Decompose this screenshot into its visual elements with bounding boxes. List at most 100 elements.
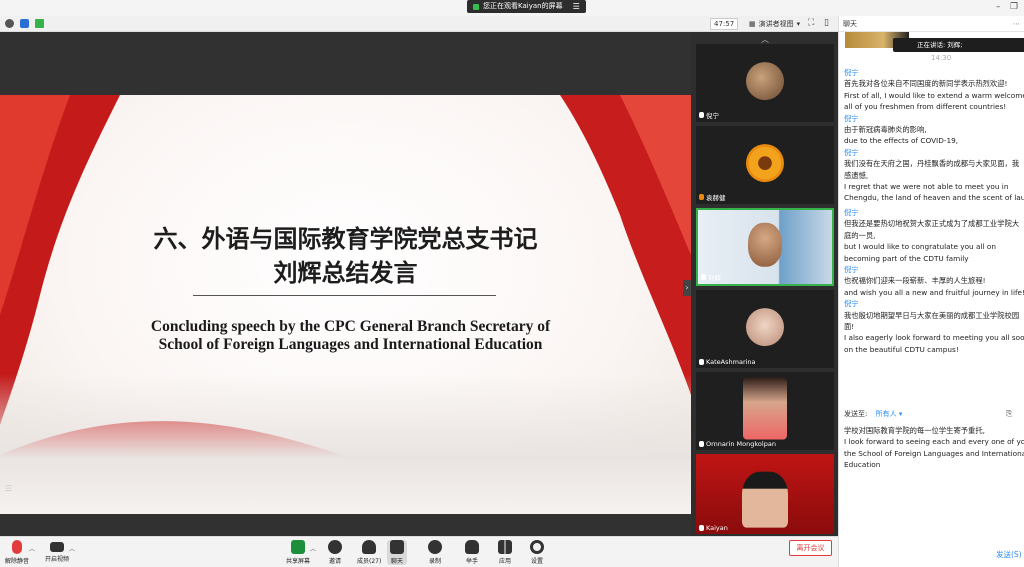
settings-button[interactable]: 设置: [530, 540, 544, 565]
participant-name: 刘辉: [708, 274, 721, 282]
mic-icon: [699, 112, 704, 118]
members-button[interactable]: 成员(27): [357, 540, 381, 565]
message-line: 感遗憾,: [844, 170, 869, 180]
message-line: 由于新冠病毒肺炎的影响,: [844, 125, 927, 135]
shared-screen-area: 六、外语与国际教育学院党总支书记 刘辉总结发言 Concluding speec…: [0, 32, 691, 536]
more-options-icon[interactable]: ⋯: [1013, 16, 1020, 32]
slide-english-line1: Concluding speech by the CPC General Bra…: [150, 318, 551, 335]
screen-share-indicator[interactable]: 您正在观看Kaiyan的屏幕 ☰: [467, 0, 586, 13]
share-status-icon: [473, 3, 479, 10]
meeting-timer: 47:57: [710, 18, 739, 30]
chevron-down-icon: ▾: [796, 20, 801, 28]
unmute-button[interactable]: 解除静音 ︿: [5, 540, 35, 565]
cloud-background: [0, 374, 691, 514]
message-line: 我也殷切地期望早日与大家在美丽的成都工业学院校园: [844, 310, 1020, 320]
send-to-selector[interactable]: 发送至: 所有人 ▾: [844, 409, 902, 419]
meeting-window: 您正在观看Kaiyan的屏幕 ☰ – ❐ 47:57 ▦ 演讲者视图 ▾ ⛶ ▯: [0, 0, 1024, 567]
participant-tile[interactable]: 倪宁: [696, 44, 834, 122]
restore-icon[interactable]: ❐: [1010, 2, 1018, 12]
video-feed: [743, 377, 787, 440]
participant-name: KateAshmarina: [706, 358, 756, 366]
chat-button[interactable]: 聊天: [387, 540, 407, 565]
chat-header: 聊天 ⋯: [839, 16, 1024, 32]
invite-button[interactable]: 邀请: [328, 540, 342, 565]
send-to-value[interactable]: 所有人: [876, 410, 897, 418]
signal-icon[interactable]: [35, 19, 44, 28]
participant-tile-active[interactable]: 刘辉: [696, 208, 834, 286]
speaking-indicator: 正在讲话: 刘辉;: [893, 38, 1024, 52]
message-line: 也祝福你们迎来一段崭新、丰厚的人生旅程!: [844, 276, 986, 286]
view-mode-dropdown[interactable]: ▦ 演讲者视图 ▾: [745, 18, 804, 30]
draft-line: the School of Foreign Languages and Inte…: [844, 448, 1024, 458]
record-icon: [428, 540, 442, 554]
mic-icon: [701, 274, 706, 280]
chat-panel: 聊天 ⋯ 正在讲话: 刘辉; 14:30 倪宁 首先我对各位来自不同国度的新同学…: [838, 16, 1024, 567]
send-button[interactable]: 发送(S): [996, 549, 1022, 560]
layout-icon[interactable]: ▯: [824, 18, 829, 28]
share-screen-icon: [291, 540, 305, 554]
participant-name: Kaiyan: [706, 524, 728, 532]
message-line: Chengdu, the land of heaven and the scen…: [844, 193, 1024, 203]
chevron-down-icon: ▾: [898, 410, 903, 418]
message-line: all of you freshmen from different count…: [844, 102, 1007, 112]
chat-title: 聊天: [843, 20, 857, 28]
avatar: [746, 144, 784, 183]
message-line: on the beautiful CDTU campus!: [844, 344, 959, 354]
message-line: 但我还是要热切地祝贺大家正式成为了成都工业学院大: [844, 219, 1020, 229]
message-line: I also eagerly look forward to meeting y…: [844, 333, 1024, 343]
start-video-button[interactable]: 开启视频 ︿: [45, 540, 75, 563]
draft-line: 学校对国际教育学院的每一位学生寄予重托,: [844, 426, 985, 435]
camera-off-icon: [50, 542, 64, 552]
apps-icon: [498, 540, 512, 554]
message-line: and wish you all a new and fruitful jour…: [844, 287, 1024, 297]
hand-icon: [465, 540, 479, 554]
mic-icon: [699, 525, 704, 531]
file-icon[interactable]: ⎘: [1006, 409, 1012, 419]
draft-line: Education: [844, 460, 881, 470]
participant-tile[interactable]: Kaiyan: [696, 454, 834, 534]
menu-icon[interactable]: ☰: [573, 0, 580, 13]
slide-divider: [193, 295, 496, 296]
avatar: [746, 62, 784, 101]
mic-icon: [699, 359, 704, 365]
message-sender: 倪宁: [844, 207, 859, 217]
fullscreen-icon[interactable]: ⛶: [808, 18, 814, 28]
message-sender: 倪宁: [844, 264, 859, 274]
list-icon[interactable]: ☰: [5, 484, 15, 493]
video-feed: [748, 222, 782, 267]
participant-name: 倪宁: [706, 112, 719, 120]
message-line: 面!: [844, 321, 855, 331]
chat-messages: 倪宁 首先我对各位来自不同国度的新同学表示热烈欢迎! First of all,…: [844, 67, 1024, 355]
meeting-info-bar: 47:57 ▦ 演讲者视图 ▾ ⛶ ▯: [0, 16, 838, 32]
message-line: First of all, I would like to extend a w…: [844, 90, 1024, 100]
info-icon[interactable]: [5, 19, 14, 28]
participant-gallery: ︿ 倪宁 袁赫健 刘辉 KateAshmarina Ornnarin Mongk…: [691, 32, 838, 536]
apps-button[interactable]: 应用: [498, 540, 512, 565]
participant-tile[interactable]: 袁赫健: [696, 126, 834, 204]
raise-hand-button[interactable]: 举手: [465, 540, 479, 565]
collapse-thumbs-icon[interactable]: ›: [683, 280, 691, 296]
meeting-controls: 解除静音︿ 开启视频︿ 共享屏幕︿ 邀请 成员(27) 聊天 录制 举手: [0, 536, 838, 567]
message-sender: 倪宁: [844, 299, 859, 309]
message-sender: 倪宁: [844, 113, 859, 123]
leave-meeting-button[interactable]: 离开会议: [789, 540, 832, 556]
slide-title-line1: 六、外语与国际教育学院党总支书记: [153, 224, 538, 253]
avatar: [746, 308, 784, 347]
message-line: 我们没有在天府之国，丹桂飘香的成都与大家见面，我: [844, 159, 1020, 169]
slide-english-line2: School of Foreign Languages and Internat…: [158, 336, 543, 353]
presentation-slide: 六、外语与国际教育学院党总支书记 刘辉总结发言 Concluding speec…: [0, 95, 691, 514]
gear-icon: [530, 540, 544, 554]
record-button[interactable]: 录制: [428, 540, 442, 565]
view-grid-icon: ▦: [749, 20, 756, 28]
slide-title-line2: 刘辉总结发言: [273, 258, 418, 287]
participant-tile[interactable]: KateAshmarina: [696, 290, 834, 368]
video-feed: [742, 471, 788, 528]
participant-tile[interactable]: Ornnarin Mongkolpan: [696, 372, 834, 450]
share-screen-button[interactable]: 共享屏幕 ︿: [286, 540, 316, 565]
minimize-icon[interactable]: –: [996, 2, 1001, 12]
chat-icon: [390, 540, 404, 554]
shield-icon[interactable]: [20, 19, 29, 28]
message-line: 首先我对各位来自不同国度的新同学表示热烈欢迎!: [844, 79, 1008, 89]
chat-input[interactable]: 学校对国际教育学院的每一位学生寄予重托, I look forward to s…: [844, 425, 1024, 471]
message-line: but I would like to congratulate you all…: [844, 242, 996, 252]
